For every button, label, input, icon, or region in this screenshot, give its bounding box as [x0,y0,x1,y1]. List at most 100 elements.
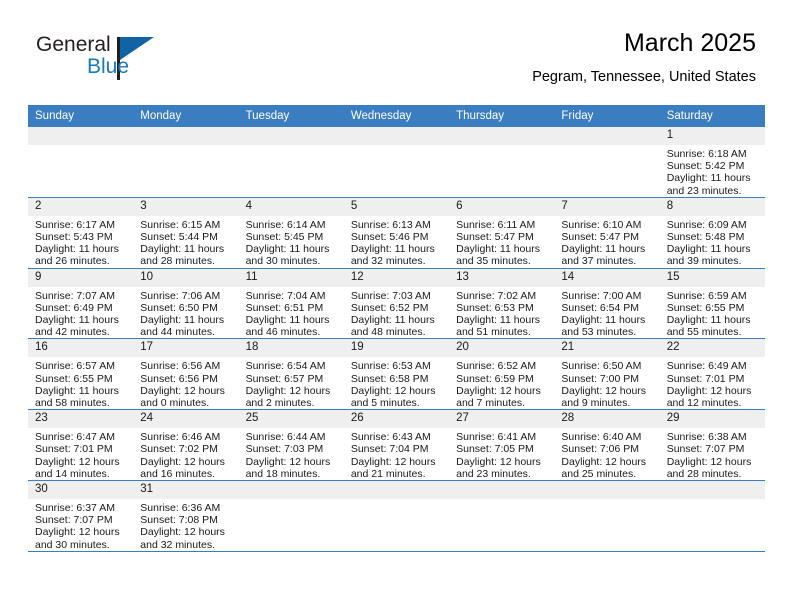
calendar-day-cell[interactable]: 9 Sunrise: 7:07 AM Sunset: 6:49 PM Daylight… [28,268,134,340]
calendar-day-cell[interactable]: 14 Sunrise: 7:00 AM Sunset: 6:54 PM Dayligh… [554,268,660,340]
day-number [133,127,239,145]
sunrise-text: Sunrise: 6:15 AM [140,218,221,231]
daylight-text: Daylight: 12 hours and 2 minutes. [245,384,331,410]
daylight-text: Daylight: 12 hours and 18 minutes. [245,455,331,480]
calendar-day-cell[interactable]: 25 Sunrise: 6:44 AM Sunset: 7:03 PM Dayligh… [238,409,344,482]
calendar-day-cell[interactable]: 15 Sunrise: 6:59 AM Sunset: 6:55 PM Dayligh… [659,268,765,340]
day-details: Sunrise: 6:59 AM Sunset: 6:55 PM Daylight:… [660,287,765,339]
daylight-text: Daylight: 12 hours and 16 minutes. [140,455,225,480]
sunrise-text: Sunrise: 6:44 AM [245,431,326,444]
day-details: Sunrise: 6:17 AM Sunset: 5:43 PM Daylight:… [28,216,133,268]
sunset-text: Sunset: 6:50 PM [140,301,218,314]
calendar-day-cell[interactable]: 24 Sunrise: 6:46 AM Sunset: 7:02 PM Dayligh… [133,409,239,482]
sunset-text: Sunset: 6:53 PM [456,301,534,314]
sunrise-text: Sunrise: 7:04 AM [245,289,326,302]
calendar-day-cell[interactable]: 6 Sunrise: 6:11 AM Sunset: 5:47 PM Daylight… [449,197,555,269]
calendar-empty-cell [343,480,450,552]
day-details: Sunrise: 7:04 AM Sunset: 6:51 PM Daylight:… [239,287,344,339]
calendar-day-cell[interactable]: 12 Sunrise: 7:03 AM Sunset: 6:52 PM Dayligh… [343,268,450,340]
calendar-day-cell[interactable]: 2 Sunrise: 6:17 AM Sunset: 5:43 PM Daylight… [28,197,134,269]
sunset-text: Sunset: 7:04 PM [350,443,429,456]
day-details: Sunrise: 7:07 AM Sunset: 6:49 PM Daylight:… [28,287,133,339]
day-details: Sunrise: 6:14 AM Sunset: 5:45 PM Daylight:… [239,216,344,268]
weekday-header-thursday: Thursday [449,105,555,127]
sunrise-text: Sunrise: 7:06 AM [140,289,221,302]
calendar-day-cell[interactable]: 17 Sunrise: 6:56 AM Sunset: 6:56 PM Dayligh… [133,338,239,411]
calendar-day-cell[interactable]: 10 Sunrise: 7:06 AM Sunset: 6:50 PM Dayligh… [133,268,239,340]
day-number [449,481,555,500]
daylight-text: Daylight: 11 hours and 35 minutes. [456,243,540,268]
day-details: Sunrise: 6:56 AM Sunset: 6:56 PM Daylight:… [133,357,238,409]
calendar-week-row: 16 Sunrise: 6:57 AM Sunset: 6:55 PM Dayligh… [28,338,765,411]
sunrise-text: Sunrise: 7:02 AM [456,289,537,302]
page-header: General Blue March 2025 Pegram, Tennesse… [0,0,792,104]
day-number: 18 [238,339,344,358]
sunset-text: Sunset: 7:07 PM [35,514,113,527]
calendar-day-cell[interactable]: 7 Sunrise: 6:10 AM Sunset: 5:47 PM Daylight… [554,197,660,269]
daylight-text: Daylight: 11 hours and 39 minutes. [666,243,751,268]
day-details: Sunrise: 6:50 AM Sunset: 7:00 PM Daylight:… [554,357,659,409]
sunrise-text: Sunrise: 6:11 AM [456,218,536,231]
sunset-text: Sunset: 5:44 PM [140,231,218,244]
calendar-day-cell[interactable]: 11 Sunrise: 7:04 AM Sunset: 6:51 PM Dayligh… [238,268,344,340]
sunset-text: Sunset: 5:46 PM [350,231,429,244]
calendar-empty-cell [343,127,450,198]
day-number [343,127,450,145]
sunrise-text: Sunrise: 6:13 AM [350,218,431,231]
calendar-day-cell[interactable]: 20 Sunrise: 6:52 AM Sunset: 6:59 PM Dayligh… [449,338,555,411]
weekday-header-sunday: Sunday [28,105,134,127]
calendar-day-cell[interactable]: 30 Sunrise: 6:37 AM Sunset: 7:07 PM Dayligh… [28,480,134,552]
calendar-day-cell[interactable]: 26 Sunrise: 6:43 AM Sunset: 7:04 PM Dayligh… [343,409,450,482]
daylight-text: Daylight: 12 hours and 7 minutes. [456,384,541,410]
sunrise-text: Sunrise: 6:40 AM [561,431,642,444]
sunrise-text: Sunrise: 6:09 AM [666,218,747,231]
day-number: 17 [133,339,239,358]
calendar-day-cell[interactable]: 4 Sunrise: 6:14 AM Sunset: 5:45 PM Daylight… [238,197,344,269]
day-number: 5 [343,197,450,216]
day-number: 28 [554,410,660,429]
sunrise-text: Sunrise: 7:03 AM [350,289,431,302]
day-details: Sunrise: 6:18 AM Sunset: 5:42 PM Daylight:… [660,145,765,197]
daylight-text: Daylight: 11 hours and 51 minutes. [456,314,540,339]
calendar-day-cell[interactable]: 3 Sunrise: 6:15 AM Sunset: 5:44 PM Daylight… [133,197,239,269]
day-number [449,127,555,145]
day-number: 23 [28,410,134,429]
logo-text-blue: Blue [87,55,130,78]
calendar-day-cell[interactable]: 23 Sunrise: 6:47 AM Sunset: 7:01 PM Dayligh… [28,409,134,482]
sunrise-text: Sunrise: 6:57 AM [35,360,115,373]
day-number: 19 [343,339,450,358]
calendar-day-cell[interactable]: 5 Sunrise: 6:13 AM Sunset: 5:46 PM Daylight… [343,197,450,269]
sunrise-text: Sunrise: 6:49 AM [666,360,747,373]
daylight-text: Daylight: 12 hours and 12 minutes. [666,384,752,410]
sunset-text: Sunset: 7:07 PM [666,443,745,456]
sunset-text: Sunset: 6:58 PM [350,372,429,385]
calendar-day-cell[interactable]: 22 Sunrise: 6:49 AM Sunset: 7:01 PM Dayligh… [659,338,765,411]
day-details: Sunrise: 6:44 AM Sunset: 7:03 PM Daylight:… [239,428,344,480]
day-details: Sunrise: 6:52 AM Sunset: 6:59 PM Daylight:… [449,357,554,409]
daylight-text: Daylight: 11 hours and 53 minutes. [561,314,646,339]
calendar-day-cell[interactable]: 1 Sunrise: 6:18 AM Sunset: 5:42 PM Daylight… [659,127,765,198]
day-details: Sunrise: 6:57 AM Sunset: 6:55 PM Daylight:… [28,357,133,409]
sunrise-text: Sunrise: 6:37 AM [35,502,115,515]
calendar-day-cell[interactable]: 29 Sunrise: 6:38 AM Sunset: 7:07 PM Dayligh… [659,409,765,482]
sunset-text: Sunset: 5:47 PM [561,231,640,244]
day-number: 4 [238,197,344,216]
calendar-day-cell[interactable]: 28 Sunrise: 6:40 AM Sunset: 7:06 PM Dayligh… [554,409,660,482]
calendar-day-cell[interactable]: 13 Sunrise: 7:02 AM Sunset: 6:53 PM Dayligh… [449,268,555,340]
calendar-day-cell[interactable]: 18 Sunrise: 6:54 AM Sunset: 6:57 PM Dayligh… [238,338,344,411]
calendar-day-cell[interactable]: 27 Sunrise: 6:41 AM Sunset: 7:05 PM Dayligh… [449,409,555,482]
sunset-text: Sunset: 5:42 PM [666,160,745,173]
calendar-day-cell[interactable]: 16 Sunrise: 6:57 AM Sunset: 6:55 PM Dayligh… [28,338,134,411]
calendar-day-cell[interactable]: 21 Sunrise: 6:50 AM Sunset: 7:00 PM Dayligh… [554,338,660,411]
calendar-day-cell[interactable]: 19 Sunrise: 6:53 AM Sunset: 6:58 PM Dayligh… [343,338,450,411]
sunset-text: Sunset: 6:55 PM [35,372,113,385]
calendar-day-cell[interactable]: 8 Sunrise: 6:09 AM Sunset: 5:48 PM Daylight… [659,197,765,269]
daylight-text: Daylight: 11 hours and 42 minutes. [35,314,119,339]
calendar-day-cell[interactable]: 31 Sunrise: 6:36 AM Sunset: 7:08 PM Dayligh… [133,480,239,552]
daylight-text: Daylight: 11 hours and 32 minutes. [350,243,435,268]
sunrise-text: Sunrise: 6:14 AM [245,218,326,231]
calendar-week-row: 30 Sunrise: 6:37 AM Sunset: 7:07 PM Dayligh… [28,480,765,552]
day-details: Sunrise: 6:37 AM Sunset: 7:07 PM Daylight:… [28,499,133,551]
daylight-text: Daylight: 12 hours and 14 minutes. [35,455,120,480]
daylight-text: Daylight: 12 hours and 32 minutes. [140,526,225,551]
